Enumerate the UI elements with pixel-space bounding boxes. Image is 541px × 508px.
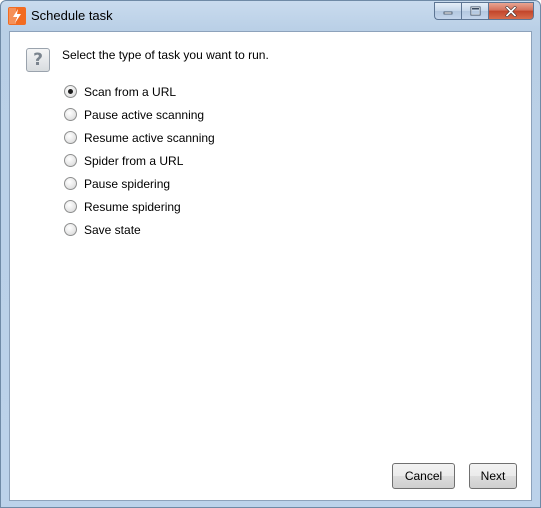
radio-option-resume-active-scanning[interactable]: Resume active scanning [64, 126, 215, 149]
radio-label[interactable]: Resume active scanning [84, 131, 215, 145]
radio-button[interactable] [64, 131, 77, 144]
radio-button[interactable] [64, 200, 77, 213]
radio-label[interactable]: Scan from a URL [84, 85, 176, 99]
prompt-text: Select the type of task you want to run. [62, 48, 269, 62]
title-bar[interactable]: Schedule task [1, 1, 540, 31]
radio-button[interactable] [64, 108, 77, 121]
radio-option-save-state[interactable]: Save state [64, 218, 215, 241]
radio-button[interactable] [64, 223, 77, 236]
radio-option-resume-spidering[interactable]: Resume spidering [64, 195, 215, 218]
radio-option-pause-spidering[interactable]: Pause spidering [64, 172, 215, 195]
minimize-button[interactable] [434, 2, 461, 20]
radio-label[interactable]: Save state [84, 223, 141, 237]
radio-option-scan-from-url[interactable]: Scan from a URL [64, 80, 215, 103]
radio-option-spider-from-url[interactable]: Spider from a URL [64, 149, 215, 172]
radio-label[interactable]: Resume spidering [84, 200, 181, 214]
radio-label[interactable]: Pause active scanning [84, 108, 204, 122]
close-button[interactable] [488, 2, 534, 20]
dialog-content: ? Select the type of task you want to ru… [9, 31, 532, 501]
radio-button[interactable] [64, 154, 77, 167]
radio-label[interactable]: Spider from a URL [84, 154, 183, 168]
question-mark-icon: ? [26, 48, 50, 72]
next-button[interactable]: Next [469, 463, 517, 489]
caption-buttons [434, 2, 534, 21]
burp-logo-icon [8, 7, 26, 25]
window-title: Schedule task [31, 8, 113, 23]
cancel-button[interactable]: Cancel [392, 463, 455, 489]
radio-button[interactable] [64, 177, 77, 190]
maximize-icon [470, 6, 480, 16]
task-type-radio-group: Scan from a URL Pause active scanning Re… [64, 80, 215, 241]
radio-option-pause-active-scanning[interactable]: Pause active scanning [64, 103, 215, 126]
maximize-button[interactable] [461, 2, 488, 20]
radio-button[interactable] [64, 85, 77, 98]
radio-label[interactable]: Pause spidering [84, 177, 170, 191]
dialog-window: Schedule task ? Select the type of task … [0, 0, 541, 508]
minimize-icon [443, 11, 453, 15]
close-icon [505, 5, 517, 17]
